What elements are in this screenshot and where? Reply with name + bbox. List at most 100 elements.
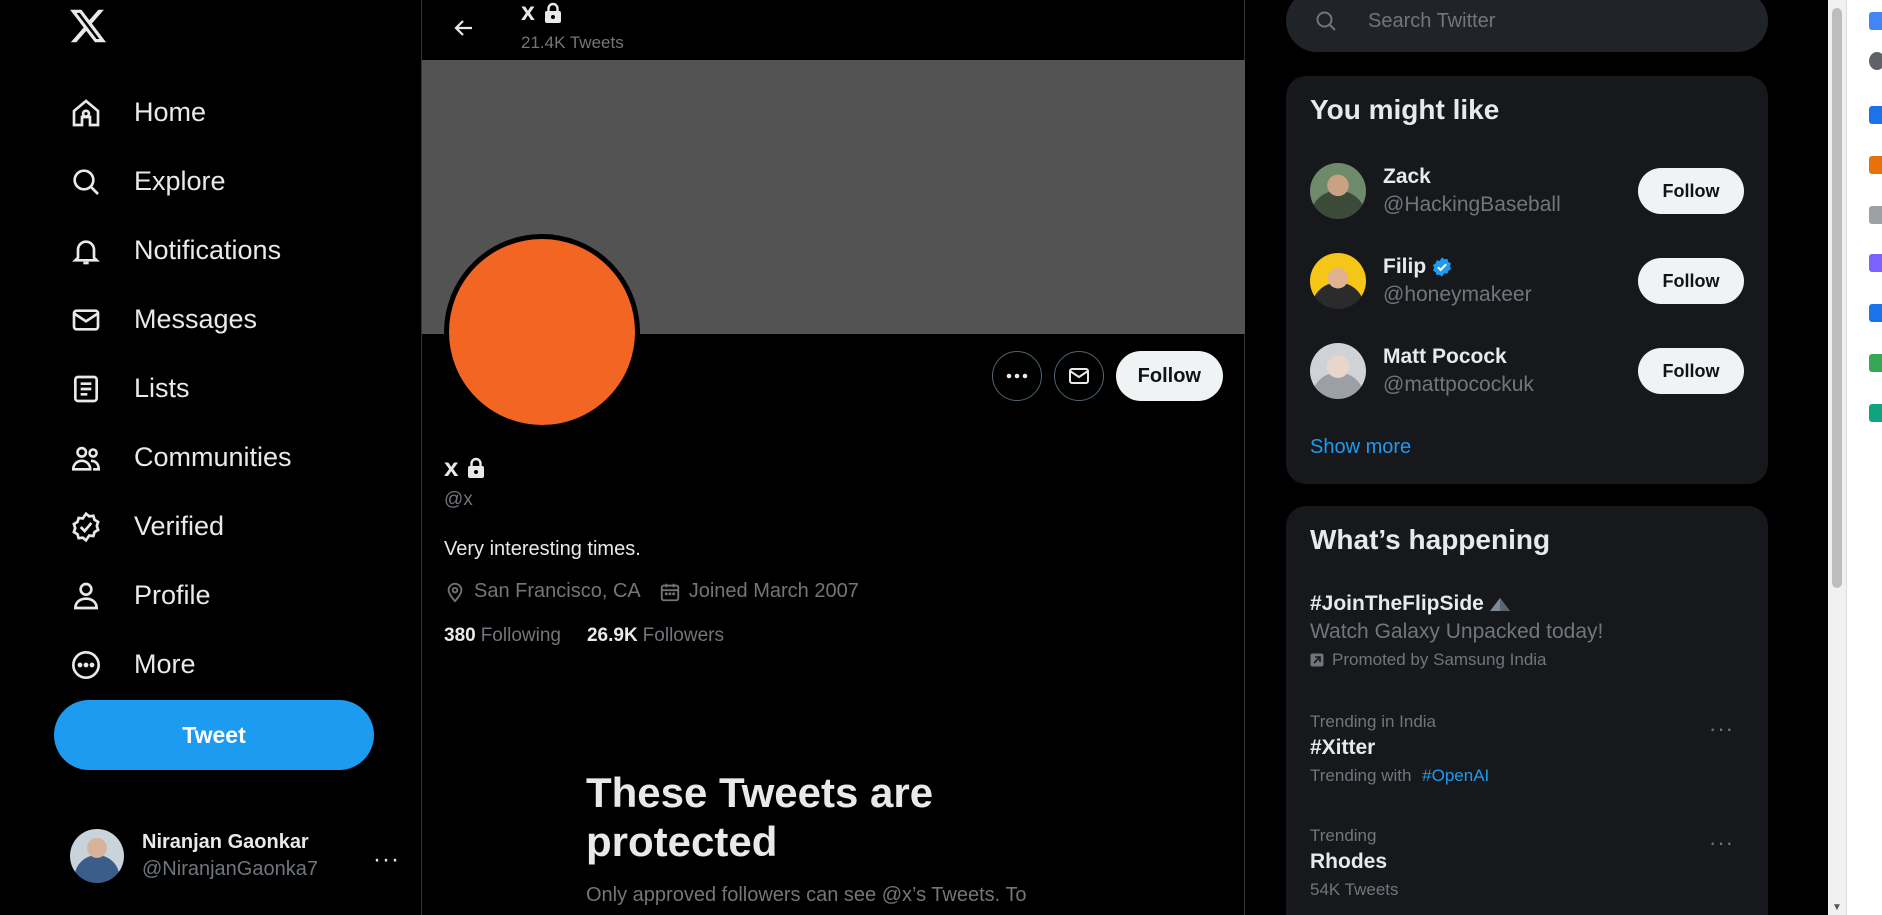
account-avatar [70, 829, 124, 883]
nav-item-communities[interactable]: Communities [68, 423, 292, 492]
suggestion-item[interactable]: Filip @honeymakeer Follow [1310, 251, 1744, 311]
header-name: x [521, 0, 535, 26]
suggestion-avatar [1310, 343, 1366, 399]
following-label: Following [480, 625, 561, 646]
trend-more-icon[interactable]: ··· [1709, 830, 1734, 856]
x-logo-icon[interactable] [68, 6, 108, 46]
more-options-button[interactable] [991, 351, 1042, 401]
promoted-tag: #JoinTheFlipSide [1310, 592, 1484, 615]
suggestion-handle: @honeymakeer [1383, 283, 1532, 306]
account-more-icon[interactable]: ··· [373, 846, 400, 874]
trend-sub: Trending with #OpenAI [1310, 766, 1744, 786]
profile-bio: Very interesting times. [444, 538, 641, 560]
person-icon [68, 578, 104, 614]
trend-more-icon[interactable]: ··· [1709, 716, 1734, 742]
followers-link[interactable]: 26.9K Followers [587, 625, 724, 647]
suggestion-text: Filip @honeymakeer [1383, 255, 1532, 307]
suggestion-name: Filip [1383, 255, 1427, 278]
profile-header-bar: x 21.4K Tweets [422, 0, 1245, 60]
page-scrollbar[interactable]: ▼ [1828, 0, 1846, 915]
promoted-desc: Watch Galaxy Unpacked today! [1310, 620, 1604, 643]
side-panel-icon[interactable] [1869, 254, 1882, 272]
nav-item-notifications[interactable]: Notifications [68, 216, 292, 285]
show-more-link[interactable]: Show more [1310, 436, 1411, 459]
search-input[interactable] [1366, 8, 1726, 34]
profile-handle: @x [444, 489, 473, 510]
account-switcher[interactable]: Niranjan Gaonkar @NiranjanGaonka7 ··· [70, 826, 400, 886]
promoted-by: Promoted by Samsung India [1332, 650, 1547, 669]
trend-title: Rhodes [1310, 850, 1388, 873]
scroll-down-arrow-icon[interactable]: ▼ [1832, 902, 1842, 913]
suggestion-follow-button[interactable]: Follow [1638, 168, 1744, 214]
account-names: Niranjan Gaonkar @NiranjanGaonka7 [142, 831, 318, 881]
browser-side-panel [1846, 0, 1882, 915]
location-pin-icon [447, 582, 463, 603]
suggestion-follow-button[interactable]: Follow [1638, 348, 1744, 394]
flip-phone-emoji-icon [1488, 595, 1512, 613]
who-to-follow-title: You might like [1310, 94, 1500, 125]
nav-item-lists[interactable]: Lists [68, 354, 292, 423]
nav-item-verified[interactable]: Verified [68, 492, 292, 561]
ellipsis-icon [1006, 373, 1028, 379]
nav-item-more[interactable]: More [68, 630, 292, 699]
nav-item-home[interactable]: Home [68, 78, 292, 147]
side-panel-icon[interactable] [1869, 354, 1882, 372]
nav-label-lists: Lists [134, 373, 190, 403]
profile-location: San Francisco, CA [444, 580, 641, 603]
suggestion-name-row: Filip [1383, 255, 1532, 279]
side-panel-icon[interactable] [1869, 206, 1882, 224]
nav-label-notifications: Notifications [134, 235, 282, 265]
trend-item[interactable]: Trending in India #Xitter Trending with … [1310, 712, 1744, 786]
back-arrow-icon[interactable] [444, 8, 484, 48]
account-name: Niranjan Gaonkar [142, 831, 309, 853]
promoted-by-row: Promoted by Samsung India [1310, 650, 1744, 670]
search-icon [1314, 9, 1338, 33]
side-panel-icon[interactable] [1869, 12, 1882, 30]
left-sidebar: Home Explore Notifications Messages List… [0, 0, 422, 915]
trend-sub-link[interactable]: #OpenAI [1422, 766, 1489, 785]
scrollbar-thumb[interactable] [1832, 8, 1842, 588]
suggestion-item[interactable]: Matt Pocock @mattpocockuk Follow [1310, 341, 1744, 401]
trend-sub-prefix: Trending with [1310, 766, 1412, 785]
side-panel-icon[interactable] [1869, 156, 1882, 174]
suggestion-name: Matt Pocock [1383, 345, 1507, 368]
verified-badge-icon [68, 509, 104, 545]
followers-label: Followers [642, 625, 724, 646]
header-tweet-count: 21.4K Tweets [521, 33, 624, 52]
promoted-trend[interactable]: #JoinTheFlipSide Watch Galaxy Unpacked t… [1310, 592, 1744, 670]
search-bar[interactable] [1286, 0, 1768, 52]
home-icon [68, 95, 104, 131]
side-panel-icon[interactable] [1869, 106, 1882, 124]
suggestion-follow-button[interactable]: Follow [1638, 258, 1744, 304]
side-panel-icon[interactable] [1869, 52, 1882, 70]
suggestion-item[interactable]: Zack @HackingBaseball Follow [1310, 161, 1744, 221]
message-button[interactable] [1053, 351, 1104, 401]
profile-avatar[interactable] [444, 234, 640, 430]
profile-actions: Follow [991, 351, 1223, 401]
trend-title: #Xitter [1310, 736, 1376, 759]
following-link[interactable]: 380 Following [444, 625, 561, 647]
tweet-button[interactable]: Tweet [54, 700, 374, 770]
nav-label-communities: Communities [134, 442, 292, 472]
nav-label-explore: Explore [134, 166, 226, 196]
nav-label-profile: Profile [134, 580, 211, 610]
protected-title: These Tweets are protected [586, 769, 934, 865]
verified-badge-icon [1431, 256, 1453, 278]
nav-item-messages[interactable]: Messages [68, 285, 292, 354]
profile-display-name: x [444, 452, 459, 482]
trend-item[interactable]: Trending Rhodes 54K Tweets ··· [1310, 826, 1744, 900]
nav-item-explore[interactable]: Explore [68, 147, 292, 216]
envelope-icon [1067, 364, 1091, 388]
account-handle: @NiranjanGaonka7 [142, 858, 318, 880]
nav-item-profile[interactable]: Profile [68, 561, 292, 630]
nav-label-home: Home [134, 97, 207, 127]
trend-meta: Trending [1310, 826, 1377, 845]
whats-happening-card: What’s happening #JoinTheFlipSide Watch … [1286, 506, 1768, 915]
side-panel-icon[interactable] [1869, 404, 1882, 422]
follow-button[interactable]: Follow [1115, 351, 1223, 401]
side-panel-icon[interactable] [1869, 304, 1882, 322]
joined-text: Joined March 2007 [688, 580, 859, 602]
suggestion-handle: @mattpocockuk [1383, 373, 1534, 396]
envelope-icon [68, 302, 104, 338]
profile-column: x 21.4K Tweets Follow x @x Very interest… [422, 0, 1245, 915]
